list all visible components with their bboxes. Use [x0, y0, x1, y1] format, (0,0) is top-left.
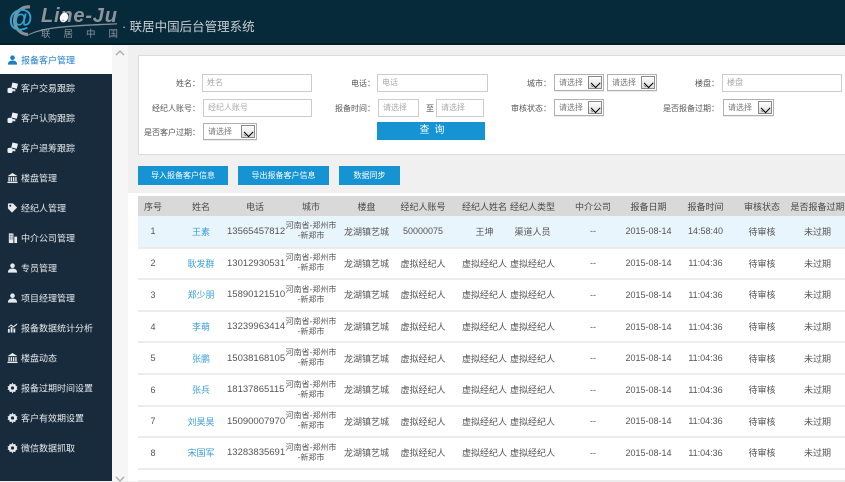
- svg-text:@: @: [8, 5, 32, 33]
- svg-text:联居中国: 联居中国: [41, 28, 120, 40]
- svg-text:Line-Ju: Line-Ju: [41, 5, 118, 27]
